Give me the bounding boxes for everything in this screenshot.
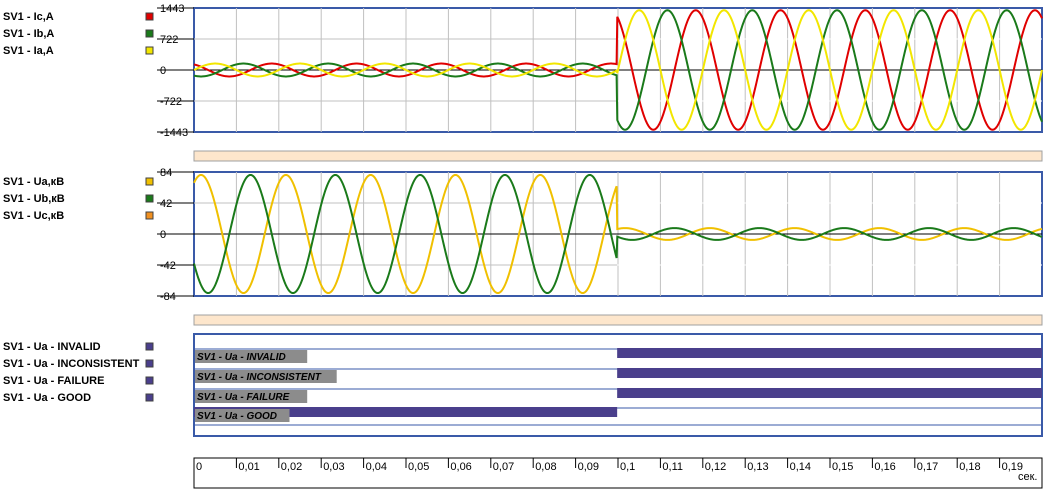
legend-swatch (145, 12, 154, 21)
voltage-chart-panel[interactable]: 84420-42-84 SV1 - Ua,кВSV1 - Ub,кВSV1 - … (3, 167, 1043, 303)
legend: SV1 - Ic,A SV1 - Ib,A SV1 - Ia,A (3, 11, 154, 57)
legend-entry: SV1 - Ua - INVALID (3, 341, 101, 353)
time-tick-label: 0,15 (832, 461, 853, 473)
y-tick-label: 84 (160, 167, 172, 179)
y-tick-label: 0 (160, 229, 166, 241)
oscillogram-view: 14437220-722-1443 SV1 - Ic,ASV1 - Ib,ASV… (3, 3, 1043, 489)
y-axis-ticks: 84 42 0 -42 -84 (157, 167, 194, 303)
time-tick-label: 0,09 (578, 461, 599, 473)
time-tick-label: 0,07 (493, 461, 514, 473)
current-chart-panel[interactable]: 14437220-722-1443 SV1 - Ic,ASV1 - Ib,ASV… (3, 3, 1043, 139)
y-axis-ticks: 1443 722 0 -722 -1443 (157, 3, 194, 139)
legend-entry: SV1 - Ic,A (3, 11, 54, 23)
time-tick-label: 0,16 (874, 461, 895, 473)
legend-entry: SV1 - Ua,кВ (3, 176, 64, 188)
time-tick-label: 0,03 (323, 461, 344, 473)
y-tick-label: -84 (160, 291, 176, 303)
time-tick-label: 0,17 (917, 461, 938, 473)
legend-entry: SV1 - Ia,A (3, 45, 54, 57)
legend-swatch (145, 194, 154, 203)
time-tick-label: 0,02 (281, 461, 302, 473)
channel-state-bar (617, 388, 1042, 398)
y-tick-label: 1443 (160, 3, 184, 15)
channel-tag-label: SV1 - Ua - INVALID (197, 352, 286, 363)
legend-swatch (145, 376, 154, 385)
legend-entry: SV1 - Ib,A (3, 28, 54, 40)
time-tick-label: 0,06 (450, 461, 471, 473)
legend-swatch (145, 211, 154, 220)
legend-swatch (145, 342, 154, 351)
legend: SV1 - Ua,кВ SV1 - Ub,кВ SV1 - Uc,кВ (3, 176, 154, 222)
time-axis: 0 0,01 0,02 0,03 0,04 0,05 0,06 0,07 0,08 0,09 0,1… (193, 457, 1043, 489)
panel-scroll-bar[interactable] (193, 150, 1043, 162)
time-tick-label: 0,04 (366, 461, 387, 473)
panel-scroll-bar[interactable] (193, 314, 1043, 326)
time-tick-label: 0,05 (408, 461, 429, 473)
legend-entry: SV1 - Ua - FAILURE (3, 375, 104, 387)
legend-swatch (145, 177, 154, 186)
channel-tag-label: SV1 - Ua - GOOD (197, 411, 277, 422)
time-tick-label: 0,12 (705, 461, 726, 473)
digital-channels-panel[interactable]: SV1 - Ua - INVALID SV1 - Ua - INCONSISTEN… (3, 333, 1043, 437)
y-tick-label: 0 (160, 65, 166, 77)
legend-swatch (145, 46, 154, 55)
y-tick-label: -1443 (160, 127, 188, 139)
time-tick-label: 0 (196, 461, 202, 473)
y-tick-label: -722 (160, 96, 182, 108)
legend-entry: SV1 - Ua - INCONSISTENT (3, 358, 140, 370)
time-tick-label: 0,08 (535, 461, 556, 473)
time-tick-label: 0,14 (790, 461, 811, 473)
time-tick-label: 0,13 (747, 461, 768, 473)
chart-grid (194, 172, 1042, 296)
legend-swatch (145, 29, 154, 38)
legend-entry: SV1 - Ub,кВ (3, 193, 65, 205)
legend-entry: SV1 - Uc,кВ (3, 210, 64, 222)
time-tick-label: 0,18 (959, 461, 980, 473)
y-tick-label: 42 (160, 198, 172, 210)
legend-swatch (145, 393, 154, 402)
legend-entry: SV1 - Ua - GOOD (3, 392, 91, 404)
channel-tag-label: SV1 - Ua - FAILURE (197, 392, 290, 403)
legend: SV1 - Ua - INVALID SV1 - Ua - INCONSISTEN… (3, 341, 154, 404)
channel-tag-label: SV1 - Ua - INCONSISTENT (197, 372, 322, 383)
legend-swatch (145, 359, 154, 368)
channel-state-bar (617, 368, 1042, 378)
time-unit-label: сек. (1018, 471, 1038, 483)
time-tick-label: 0,11 (662, 461, 683, 473)
time-tick-label: 0,01 (238, 461, 259, 473)
channel-state-bar (617, 348, 1042, 358)
time-tick-label: 0,1 (620, 461, 635, 473)
y-tick-label: -42 (160, 260, 176, 272)
y-tick-label: 722 (160, 34, 178, 46)
